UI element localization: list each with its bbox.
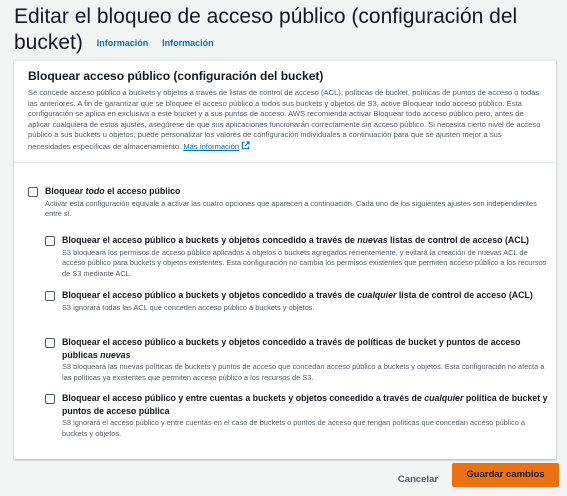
block-all-checkbox[interactable] <box>28 187 38 197</box>
block-all-label-pre: Bloquear <box>45 186 86 196</box>
panel-description: Se concede acceso público a buckets y ob… <box>28 88 542 153</box>
option-new-acl: Bloquear el acceso público a buckets y o… <box>45 234 548 279</box>
option-any-acl-body: Bloquear el acceso público a buckets y o… <box>62 289 533 313</box>
info-link[interactable]: Información <box>97 38 149 48</box>
new-acl-label: Bloquear el acceso público a buckets y o… <box>62 234 548 247</box>
block-all-label-post: el acceso público <box>104 186 181 196</box>
cancel-button[interactable]: Cancelar <box>383 470 453 490</box>
option-cross-account-body: Bloquear el acceso público y entre cuent… <box>62 392 548 439</box>
cross-account-label: Bloquear el acceso público y entre cuent… <box>62 392 548 417</box>
any-acl-label-em: cualquier <box>357 290 397 300</box>
any-acl-checkbox[interactable] <box>45 291 55 301</box>
external-link-icon <box>241 141 250 150</box>
page-title: Editar el bloqueo de acceso público (con… <box>14 4 554 56</box>
new-acl-label-pre: Bloquear el acceso público a buckets y o… <box>62 235 358 245</box>
panel-title: Bloquear acceso público (configuración d… <box>28 69 324 83</box>
option-cross-account: Bloquear el acceso público y entre cuent… <box>45 392 548 439</box>
any-acl-label: Bloquear el acceso público a buckets y o… <box>62 289 533 302</box>
cross-account-label-pre: Bloquear el acceso público y entre cuent… <box>62 393 425 403</box>
cross-account-description: S3 ignorará el acceso público y entre cu… <box>62 418 526 438</box>
option-new-acl-body: Bloquear el acceso público a buckets y o… <box>62 234 548 279</box>
new-acl-label-post: listas de control de acceso (ACL) <box>387 235 529 245</box>
any-acl-description: S3 ignorará todas las ACL que conceden a… <box>62 302 315 312</box>
block-all-label-em: todo <box>85 186 105 196</box>
cross-account-label-em: cualquier <box>424 393 464 403</box>
new-policies-label-em: nuevas <box>100 349 131 360</box>
option-new-policies-body: Bloquear el acceso público a buckets y o… <box>62 336 548 383</box>
block-all-label: Bloquear todo el acceso público <box>45 185 548 198</box>
panel-description-text: Se concede acceso público a buckets y ob… <box>28 88 541 151</box>
new-acl-label-em: nuevas <box>357 235 388 245</box>
panel-header: Bloquear acceso público (configuración d… <box>14 61 556 163</box>
more-info-link-label: Más información <box>183 141 240 151</box>
save-changes-button[interactable]: Guardar cambios <box>452 463 559 487</box>
new-policies-checkbox[interactable] <box>45 338 55 348</box>
block-all-description: Activar esta configuración equivale a ac… <box>45 198 537 219</box>
new-acl-description: S3 bloqueará los permisos de acceso públ… <box>62 247 547 278</box>
page-title-line2: bucket) <box>14 31 83 54</box>
new-policies-label: Bloquear el acceso público a buckets y o… <box>62 336 548 361</box>
cross-account-checkbox[interactable] <box>45 394 55 404</box>
any-acl-label-pre: Bloquear el acceso público a buckets y o… <box>62 290 358 300</box>
info-link-secondary[interactable]: Información <box>162 38 214 48</box>
new-policies-description: S3 bloqueará las nuevas políticas de buc… <box>62 362 545 382</box>
option-block-all-body: Bloquear todo el acceso público Activar … <box>45 185 548 220</box>
option-block-all: Bloquear todo el acceso público Activar … <box>28 185 548 220</box>
any-acl-label-post: lista de control de acceso (ACL) <box>396 290 533 300</box>
page-title-line1: Editar el bloqueo de acceso público (con… <box>14 5 518 28</box>
new-acl-checkbox[interactable] <box>45 236 55 246</box>
option-any-acl: Bloquear el acceso público a buckets y o… <box>45 289 548 313</box>
option-new-policies: Bloquear el acceso público a buckets y o… <box>45 336 548 383</box>
new-policies-label-pre: Bloquear el acceso público a buckets y o… <box>62 337 521 360</box>
more-info-link[interactable]: Más información <box>183 141 250 151</box>
